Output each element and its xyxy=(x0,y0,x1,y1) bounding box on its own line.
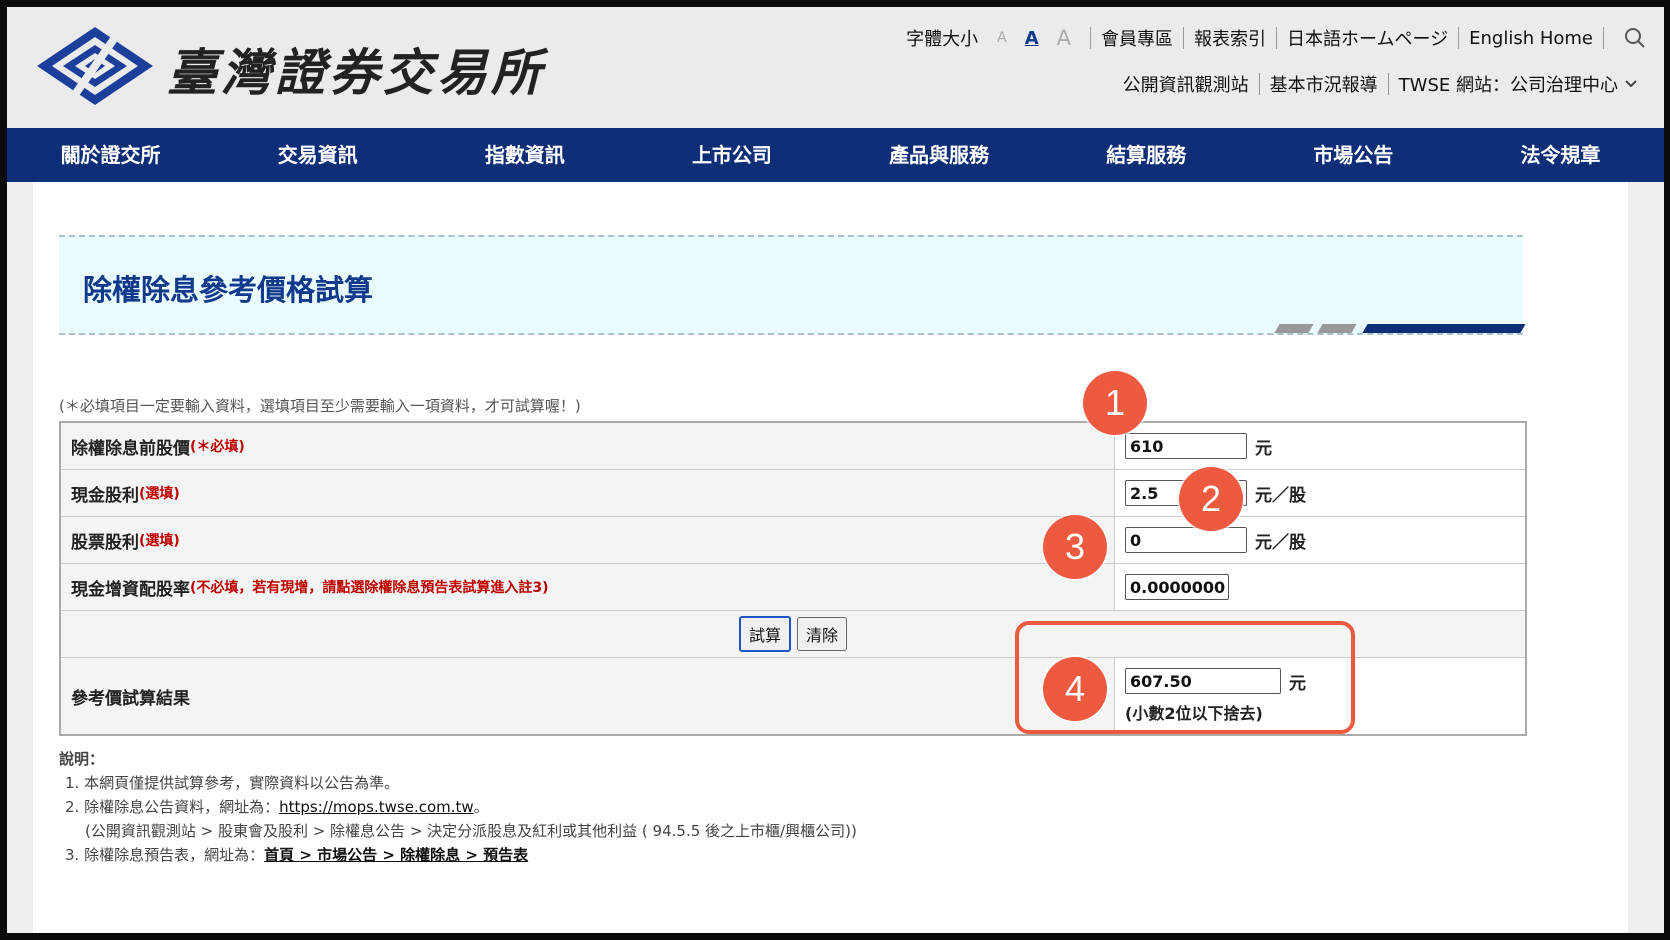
form-row-rights-issue: 現金增資配股率 (不必填，若有現增，請點選除權除息預告表試算進入註3) 0.00… xyxy=(61,564,1525,611)
divider xyxy=(1183,27,1185,49)
nav-index[interactable]: 指數資訊 xyxy=(421,128,628,182)
form-value-cell: 0.0000000 xyxy=(1115,564,1525,610)
label-rights-ratio: 現金增資配股率 xyxy=(71,579,190,600)
required-note: (＊必填項目一定要輸入資料，選填項目至少需要輸入一項資料，才可試算喔！) xyxy=(59,397,581,415)
clear-button[interactable]: 清除 xyxy=(797,617,848,651)
chevron-down-icon[interactable] xyxy=(1624,77,1638,91)
divider xyxy=(1276,27,1278,49)
page-title-box: 除權除息參考價格試算 xyxy=(59,235,1523,335)
main-nav: 關於證交所 交易資訊 指數資訊 上市公司 產品與服務 結算服務 市場公告 法令規… xyxy=(7,128,1664,182)
explanation-notes: 說明： 1. 本網頁僅提供試算參考，實際資料以公告為準。 2. 除權除息公告資料… xyxy=(59,747,857,867)
preview-table-link[interactable]: 首頁 > 市場公告 > 除權除息 > 預告表 xyxy=(264,846,528,864)
annotation-badge-4: 4 xyxy=(1043,657,1107,721)
form-value-cell: 0 元／股 xyxy=(1115,517,1525,563)
link-english-home[interactable]: English Home xyxy=(1469,28,1593,49)
page-margin-left xyxy=(7,182,33,933)
divider xyxy=(1258,73,1260,95)
note-line-2: 2. 除權除息公告資料，網址為：https://mops.twse.com.tw… xyxy=(59,795,857,819)
not-required-tag: (不必填，若有現增，請點選除權除息預告表試算進入註3) xyxy=(190,580,549,596)
link-mops[interactable]: 公開資訊觀測站 xyxy=(1123,71,1249,97)
form-label: 現金增資配股率 (不必填，若有現增，請點選除權除息預告表試算進入註3) xyxy=(61,564,1115,610)
link-japanese-home[interactable]: 日本語ホームページ xyxy=(1287,25,1448,51)
nav-announcements[interactable]: 市場公告 xyxy=(1250,128,1457,182)
optional-tag: (選填) xyxy=(139,486,180,502)
form-row-stock-dividend: 股票股利 (選填) 0 元／股 xyxy=(61,517,1525,564)
calculate-button[interactable]: 試算 xyxy=(738,616,791,652)
nav-clearing[interactable]: 結算服務 xyxy=(1043,128,1250,182)
site-header: 臺灣證券交易所 字體大小 A A A 會員專區 報表索引 日本語ホームページ E… xyxy=(7,7,1664,136)
title-stripe xyxy=(1362,324,1526,333)
link-report-index[interactable]: 報表索引 xyxy=(1194,25,1266,51)
divider xyxy=(1603,27,1604,49)
link-member-area[interactable]: 會員專區 xyxy=(1101,25,1173,51)
note-line-2-sub: (公開資訊觀測站 > 股東會及股利 > 除權息公告 > 決定分派股息及紅利或其他… xyxy=(85,822,857,840)
nav-trading[interactable]: 交易資訊 xyxy=(214,128,421,182)
divider xyxy=(1090,27,1092,49)
form-label: 股票股利 (選填) xyxy=(61,517,1115,563)
annotation-badge-1: 1 xyxy=(1083,371,1147,435)
stock-dividend-input[interactable]: 0 xyxy=(1125,527,1247,553)
nav-regulations[interactable]: 法令規章 xyxy=(1457,128,1664,182)
label-cash-dividend: 現金股利 xyxy=(71,485,139,506)
nav-listed[interactable]: 上市公司 xyxy=(628,128,835,182)
title-stripe xyxy=(1274,324,1314,333)
notes-heading: 說明： xyxy=(59,750,105,768)
page-margin-right xyxy=(1628,182,1664,933)
pre-price-input[interactable]: 610 xyxy=(1125,433,1247,459)
mops-link[interactable]: https://mops.twse.com.tw xyxy=(279,798,474,816)
unit-label: 元／股 xyxy=(1255,485,1306,506)
result-label: 參考價試算結果 xyxy=(61,658,1115,734)
note-line-2-prefix: 2. 除權除息公告資料，網址為： xyxy=(65,798,280,816)
unit-label: 元／股 xyxy=(1255,532,1306,553)
note-line-3: 3. 除權除息預告表，網址為：首頁 > 市場公告 > 除權除息 > 預告表 xyxy=(59,843,857,867)
font-size-large[interactable]: A xyxy=(1057,26,1071,50)
annotation-badge-3: 3 xyxy=(1043,515,1107,579)
nav-products[interactable]: 產品與服務 xyxy=(836,128,1043,182)
label-stock-dividend: 股票股利 xyxy=(71,532,139,553)
required-tag: (＊必填) xyxy=(190,439,245,455)
form-value-cell: 2.5 元／股 xyxy=(1115,470,1525,516)
form-label: 除權除息前股價 (＊必填) xyxy=(61,423,1115,469)
form-row-cash-dividend: 現金股利 (選填) 2.5 元／股 xyxy=(61,470,1525,517)
form-value-cell: 610 元 xyxy=(1115,423,1525,469)
font-size-small[interactable]: A xyxy=(997,30,1007,46)
browser-frame: 臺灣證券交易所 字體大小 A A A 會員專區 報表索引 日本語ホームページ E… xyxy=(0,0,1670,940)
link-market-report[interactable]: 基本市況報導 xyxy=(1270,71,1378,97)
annotation-badge-2: 2 xyxy=(1179,467,1243,531)
font-size-label: 字體大小 xyxy=(906,29,979,50)
secondary-links: 公開資訊觀測站 基本市況報導 TWSE 網站：公司治理中心 xyxy=(1123,71,1638,97)
font-size-medium[interactable]: A xyxy=(1025,28,1039,49)
nav-about[interactable]: 關於證交所 xyxy=(7,128,214,182)
form-row-price: 除權除息前股價 (＊必填) 610 元 xyxy=(61,423,1525,470)
note-line-2-suffix: 。 xyxy=(473,798,489,816)
link-governance-dropdown[interactable]: TWSE 網站：公司治理中心 xyxy=(1399,71,1618,97)
search-icon[interactable] xyxy=(1624,27,1646,49)
note-line-1: 1. 本網頁僅提供試算參考，實際資料以公告為準。 xyxy=(65,774,400,792)
optional-tag: (選填) xyxy=(139,533,180,549)
utility-links: 字體大小 A A A 會員專區 報表索引 日本語ホームページ English H… xyxy=(906,25,1646,51)
site-title[interactable]: 臺灣證券交易所 xyxy=(167,33,545,105)
divider xyxy=(1458,27,1460,49)
twse-logo-icon[interactable] xyxy=(35,25,155,107)
divider xyxy=(1387,73,1389,95)
title-stripe xyxy=(1317,324,1357,333)
form-label: 現金股利 (選填) xyxy=(61,470,1115,516)
unit-label: 元 xyxy=(1255,438,1272,459)
label-pre-price: 除權除息前股價 xyxy=(71,438,190,459)
page-title: 除權除息參考價格試算 xyxy=(83,273,374,307)
note-line-3-prefix: 3. 除權除息預告表，網址為： xyxy=(65,846,265,864)
rights-ratio-input[interactable]: 0.0000000 xyxy=(1125,574,1229,600)
